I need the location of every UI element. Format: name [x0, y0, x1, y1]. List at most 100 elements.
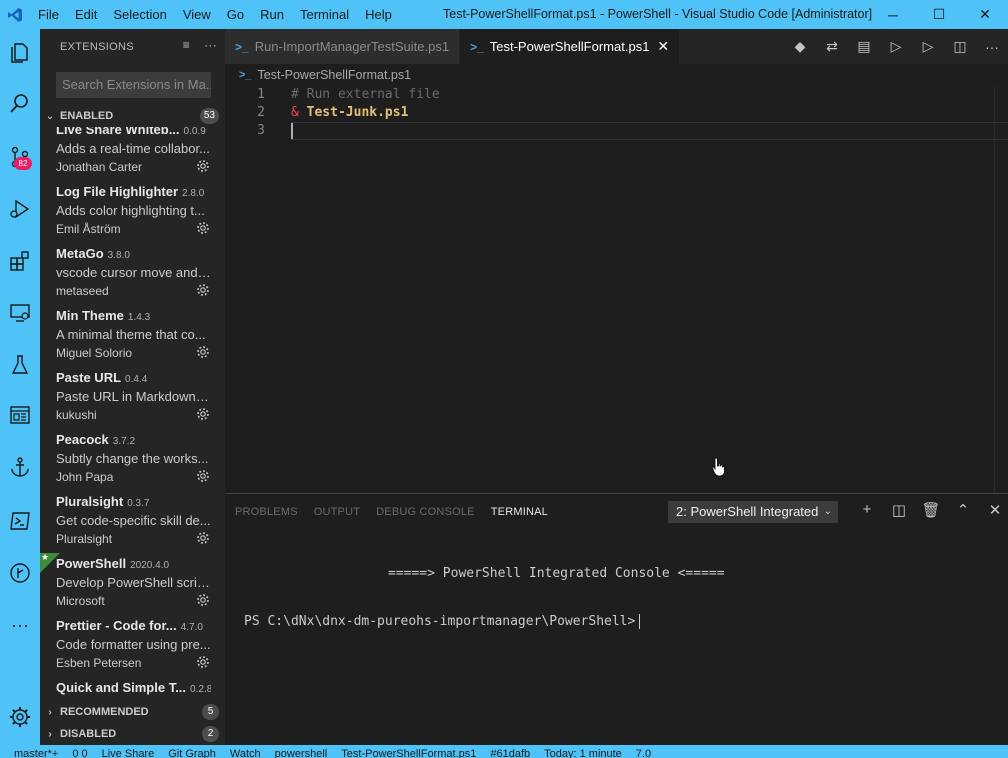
extension-item[interactable]: Peacock 3.7.2 Subtly change the works... Jo… [40, 429, 225, 491]
gitlens-icon[interactable] [0, 549, 40, 597]
more-actions-icon[interactable]: ··· [976, 39, 1008, 55]
diamond-icon[interactable]: ◆ [784, 38, 816, 55]
code-editor[interactable]: 1 # Run external file 2 & Test-Junk.ps1 … [225, 86, 1008, 493]
terminal-select-value: 2: PowerShell Integrated [676, 504, 819, 519]
tab-test-powershellformat[interactable]: >_ Test-PowerShellFormat.ps1 ✕ [460, 29, 681, 64]
section-recommended-label: RECOMMENDED [60, 706, 149, 718]
run-selection-icon[interactable]: ▷ [912, 38, 944, 55]
recommended-count-badge: 5 [202, 704, 219, 720]
extension-item[interactable]: Min Theme 1.4.3 A minimal theme that co...… [40, 305, 225, 367]
manage-gear-icon[interactable] [195, 530, 211, 546]
git-graph[interactable]: Git Graph [168, 748, 216, 758]
split-terminal-icon[interactable]: ◫ [883, 501, 915, 519]
tab-run-importmanager[interactable]: >_ Run-ImportManagerTestSuite.ps1 [225, 29, 461, 64]
extension-description: Adds color highlighting t... [56, 203, 205, 218]
terminal-output[interactable]: =====> PowerShell Integrated Console <==… [244, 554, 725, 629]
menu-run[interactable]: Run [252, 0, 292, 29]
menu-view[interactable]: View [175, 0, 219, 29]
section-disabled[interactable]: › DISABLED 2 [40, 723, 225, 745]
panel-tabs: PROBLEMS OUTPUT DEBUG CONSOLE TERMINAL [235, 494, 564, 529]
manage-gear-icon[interactable] [195, 158, 211, 174]
window-controls: ─ ☐ ✕ [870, 0, 1008, 29]
tab-terminal[interactable]: TERMINAL [491, 506, 548, 518]
section-recommended[interactable]: › RECOMMENDED 5 [40, 701, 225, 723]
tab-label: Run-ImportManagerTestSuite.ps1 [254, 39, 450, 54]
extension-publisher: Esben Petersen [56, 656, 142, 670]
disabled-count-badge: 2 [202, 726, 219, 742]
powershell-icon[interactable] [0, 497, 40, 545]
maximize-icon[interactable]: ☐ [916, 0, 962, 29]
anchor-icon[interactable] [0, 443, 40, 491]
extension-publisher: Miguel Solorio [56, 346, 133, 360]
extension-item[interactable]: ★ PowerShell 2020.4.0 Develop PowerShell sc… [40, 552, 225, 615]
menu-help[interactable]: Help [357, 0, 400, 29]
tab-problems[interactable]: PROBLEMS [235, 506, 298, 518]
menu-file[interactable]: File [30, 0, 67, 29]
powershell-session[interactable]: powershell [275, 748, 328, 758]
problems-count[interactable]: 0 0 [72, 748, 87, 758]
kill-terminal-icon[interactable]: 🗑 [915, 501, 947, 519]
search-icon[interactable] [0, 79, 40, 127]
close-panel-icon[interactable]: ✕ [979, 501, 1008, 519]
minimize-icon[interactable]: ─ [870, 0, 916, 29]
extension-item[interactable]: Log File Highlighter 2.8.0 Adds color high… [40, 181, 225, 243]
extension-publisher: Jonathan Carter [56, 160, 143, 174]
bottom-panel: PROBLEMS OUTPUT DEBUG CONSOLE TERMINAL 2… [225, 493, 1008, 745]
new-terminal-icon[interactable]: + [851, 501, 883, 519]
maximize-panel-icon[interactable]: ⌃ [947, 501, 979, 519]
tab-debug-console[interactable]: DEBUG CONSOLE [376, 506, 475, 518]
split-editor-icon[interactable]: ◫ [944, 38, 976, 55]
debug-icon[interactable] [0, 185, 40, 233]
extension-item[interactable]: Live Share Whiteb... 0.0.9 Adds a real-tim… [40, 127, 225, 181]
more-actions-icon[interactable]: ··· [204, 38, 217, 52]
more-icon[interactable]: ··· [0, 601, 40, 649]
compare-icon[interactable]: ⇄ [816, 38, 848, 55]
extension-item[interactable]: Paste URL 0.4.4 Paste URL in Markdown/r...… [40, 367, 225, 429]
manage-gear-icon[interactable] [195, 406, 211, 422]
manage-gear-icon[interactable] [195, 468, 211, 484]
time-tracker[interactable]: Today: 1 minute [544, 748, 622, 758]
chevron-right-icon: › [48, 706, 52, 718]
testing-icon[interactable] [0, 341, 40, 389]
extensions-icon[interactable] [0, 237, 40, 285]
peacock-color[interactable]: #61dafb [490, 748, 530, 758]
manage-gear-icon[interactable] [195, 592, 211, 608]
terminal-select[interactable]: 2: PowerShell Integrated ⌄ [668, 501, 838, 523]
browser-preview-icon[interactable] [0, 391, 40, 439]
close-tab-icon[interactable]: ✕ [657, 38, 669, 55]
settings-gear-icon[interactable] [0, 693, 40, 741]
manage-gear-icon[interactable] [195, 654, 211, 670]
menu-terminal[interactable]: Terminal [292, 0, 357, 29]
extensions-search-input[interactable]: Search Extensions in Ma... [56, 72, 211, 98]
extension-description: Adds a real-time collabor... [56, 141, 210, 156]
extension-description: Get code-specific skill de... [56, 513, 211, 528]
powershell-version[interactable]: 7.0 [636, 748, 651, 758]
manage-gear-icon[interactable] [195, 220, 211, 236]
remote-explorer-icon[interactable] [0, 289, 40, 337]
breadcrumb[interactable]: >_ Test-PowerShellFormat.ps1 [225, 64, 411, 86]
extension-item[interactable]: Quick and Simple T... 0.2.8 [40, 677, 225, 698]
editor-scrollbar[interactable] [994, 86, 1008, 493]
menu-go[interactable]: Go [219, 0, 252, 29]
tab-output[interactable]: OUTPUT [314, 506, 360, 518]
explorer-icon[interactable] [0, 29, 40, 77]
current-file[interactable]: Test-PowerShellFormat.ps1 [341, 748, 476, 758]
extension-version: 4.7.0 [180, 622, 203, 633]
menu-selection[interactable]: Selection [105, 0, 174, 29]
run-icon[interactable]: ▷ [880, 38, 912, 55]
git-branch[interactable]: master*+ [14, 748, 58, 758]
preview-icon[interactable]: ▤ [848, 38, 880, 55]
extension-item[interactable]: Pluralsight 0.3.7 Get code-specific skill … [40, 491, 225, 553]
extension-item[interactable]: MetaGo 3.8.0 vscode cursor move and ... met… [40, 243, 225, 305]
live-share[interactable]: Live Share [102, 748, 155, 758]
code-line-call: & Test-Junk.ps1 [291, 104, 408, 122]
enabled-count-badge: 53 [199, 108, 219, 124]
watch[interactable]: Watch [230, 748, 261, 758]
section-enabled[interactable]: ⌄ ENABLED 53 [40, 105, 225, 127]
extension-item[interactable]: Prettier - Code for... 4.7.0 Code formatte… [40, 615, 225, 677]
manage-gear-icon[interactable] [195, 344, 211, 360]
manage-gear-icon[interactable] [195, 282, 211, 298]
close-icon[interactable]: ✕ [962, 0, 1008, 29]
clear-extensions-icon[interactable]: ≡ [183, 38, 190, 52]
menu-edit[interactable]: Edit [67, 0, 105, 29]
